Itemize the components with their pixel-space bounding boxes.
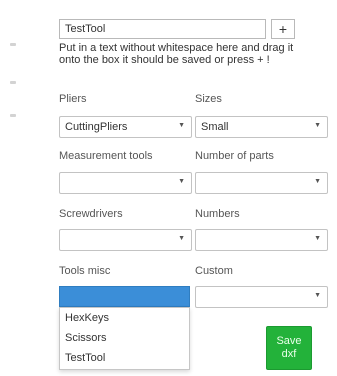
save-button-line2: dxf [281, 348, 297, 360]
gutter-mark-2 [10, 81, 16, 84]
save-dxf-button[interactable]: Save dxf [266, 326, 312, 370]
tools-misc-dropdown-menu: HexKeys Scissors TestTool [59, 307, 190, 370]
label-number-of-parts: Number of parts [195, 150, 274, 162]
custom-select[interactable]: ▼ [195, 286, 328, 308]
chevron-down-icon: ▼ [178, 122, 185, 129]
screwdrivers-select[interactable]: ▼ [59, 229, 192, 251]
tool-name-input[interactable] [59, 19, 266, 39]
label-measurement-tools: Measurement tools [59, 150, 153, 162]
tools-misc-select-open[interactable] [59, 286, 190, 307]
instruction-text: Put in a text without whitespace here an… [59, 42, 294, 66]
label-screwdrivers: Screwdrivers [59, 208, 123, 220]
chevron-down-icon: ▼ [178, 235, 185, 242]
sizes-select[interactable]: Small ▼ [195, 116, 328, 138]
save-button-line1: Save [276, 335, 302, 347]
label-pliers: Pliers [59, 93, 87, 105]
dropdown-option[interactable]: HexKeys [60, 308, 189, 328]
number-of-parts-select[interactable]: ▼ [195, 172, 328, 194]
measurement-tools-select[interactable]: ▼ [59, 172, 192, 194]
chevron-down-icon: ▼ [314, 292, 321, 299]
chevron-down-icon: ▼ [314, 178, 321, 185]
sizes-select-value: Small [201, 121, 229, 133]
label-numbers: Numbers [195, 208, 240, 220]
label-custom: Custom [195, 265, 233, 277]
label-tools-misc: Tools misc [59, 265, 111, 277]
pliers-select[interactable]: CuttingPliers ▼ [59, 116, 192, 138]
numbers-select[interactable]: ▼ [195, 229, 328, 251]
chevron-down-icon: ▼ [178, 178, 185, 185]
add-tool-button[interactable]: + [271, 19, 295, 39]
gutter-mark-3 [10, 114, 16, 117]
pliers-select-value: CuttingPliers [65, 121, 128, 133]
dropdown-option[interactable]: Scissors [60, 328, 189, 348]
label-sizes: Sizes [195, 93, 222, 105]
dropdown-option[interactable]: TestTool [60, 348, 189, 368]
chevron-down-icon: ▼ [314, 235, 321, 242]
chevron-down-icon: ▼ [314, 122, 321, 129]
gutter-mark-1 [10, 43, 16, 46]
